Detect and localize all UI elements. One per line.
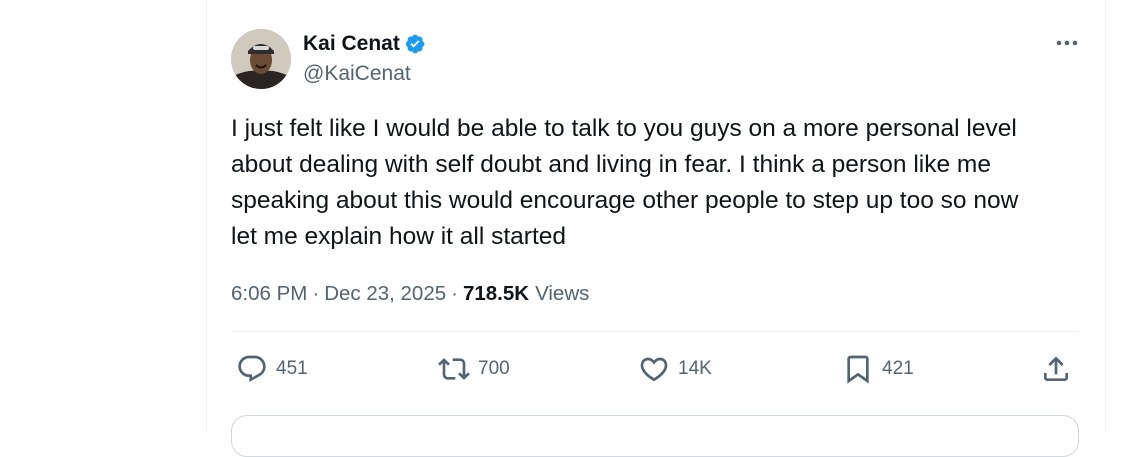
avatar[interactable] [231,29,291,89]
tweet-date[interactable]: Dec 23, 2025 [324,279,446,309]
like-button[interactable]: 14K [638,351,712,387]
author-display-name[interactable]: Kai Cenat [303,30,400,58]
retweet-icon [438,358,470,380]
reply-composer-card[interactable] [231,415,1079,457]
heart-icon [640,357,668,382]
repost-count: 700 [478,358,510,379]
bookmark-count: 421 [882,358,914,379]
repost-button[interactable]: 700 [438,351,510,387]
tweet-text: I just felt like I would be able to talk… [231,115,1019,250]
bookmark-icon [847,355,869,384]
reply-count: 451 [276,358,308,379]
views-count: 718.5K [462,282,530,305]
timeline-right-border [1105,0,1106,431]
meta-separator: · [312,282,320,305]
actions-divider [231,331,1079,332]
author-name-row: Kai Cenat [303,30,426,58]
avatar-image [231,29,291,89]
tweet-meta: 6:06 PM · Dec 23, 2025 · 718.5K Views [231,279,589,309]
bookmark-button[interactable]: 421 [842,351,914,387]
share-icon [1044,356,1068,381]
reply-button[interactable]: 451 [236,351,308,387]
more-horizontal-icon [1056,40,1078,46]
like-count: 14K [678,358,712,379]
meta-separator: · [451,282,458,305]
tweet-time[interactable]: 6:06 PM [231,279,307,309]
timeline-left-border [206,0,207,431]
author-handle[interactable]: @KaiCenat [303,60,411,88]
views-label: Views [535,282,590,305]
reply-icon [238,355,266,382]
more-options-button[interactable] [1052,30,1082,56]
share-button[interactable] [1040,351,1072,387]
verified-badge-icon[interactable] [404,33,426,55]
